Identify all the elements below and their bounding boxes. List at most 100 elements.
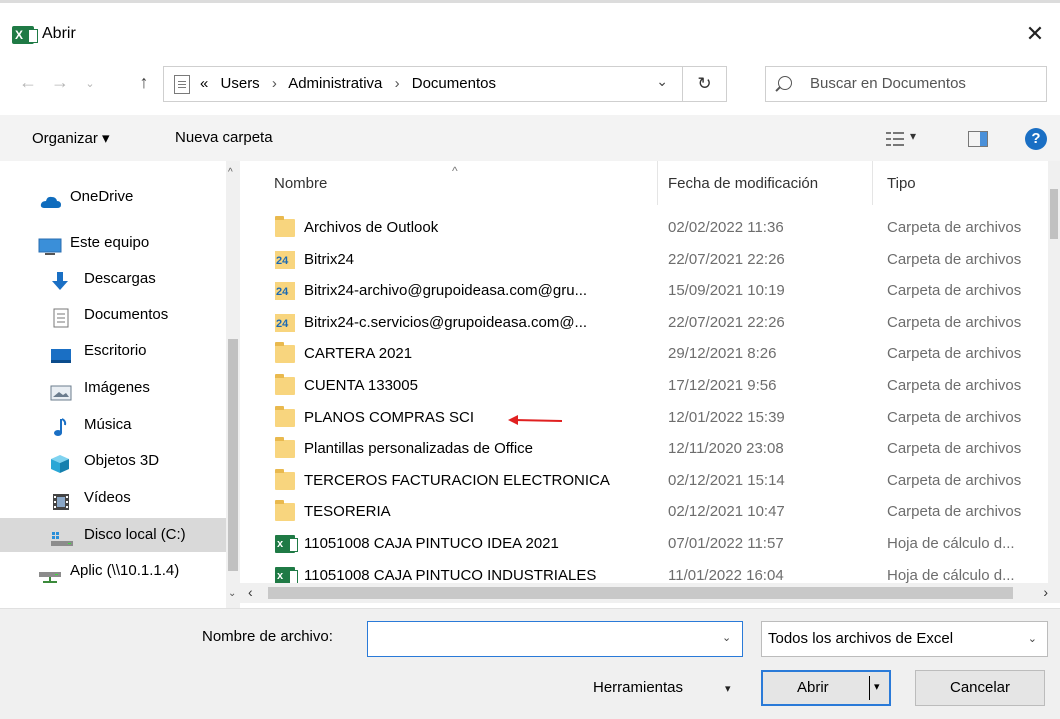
folder-row[interactable]: Plantillas personalizadas de Office 12/11…	[257, 433, 1048, 465]
scroll-left-icon[interactable]: ‹	[248, 584, 253, 600]
cloud-icon	[40, 189, 61, 208]
file-type: Carpeta de archivos	[887, 471, 1022, 489]
breadcrumb-separator-icon[interactable]: ›	[272, 75, 277, 92]
navpane-scrollbar[interactable]: ^ ⌄	[226, 161, 240, 608]
nav-item-label: Descargas	[84, 270, 156, 287]
file-name: CUENTA 133005	[304, 377, 418, 394]
file-name: Bitrix24	[304, 250, 355, 268]
nav-item-onedrive[interactable]: OneDrive	[0, 180, 226, 214]
file-type: Carpeta de archivos	[887, 408, 1022, 426]
recent-locations-chevron-icon[interactable]: ⌄	[78, 77, 102, 90]
refresh-button[interactable]: ↻	[683, 66, 727, 102]
scrollbar-thumb[interactable]	[268, 587, 1013, 599]
network-drive-icon	[38, 563, 61, 583]
folder-row[interactable]: CARTERA 2021 29/12/2021 8:26 Carpeta de ar…	[257, 338, 1048, 370]
nav-item-videos[interactable]: Vídeos	[0, 481, 226, 515]
address-dropdown-chevron-icon[interactable]: ⌄	[656, 73, 668, 90]
file-date: 12/11/2020 23:08	[668, 440, 784, 458]
file-name: TERCEROS FACTURACION ELECTRONICA	[304, 471, 610, 489]
bitrix-folder-icon: 24	[275, 313, 295, 332]
breadcrumb-users[interactable]: Users	[221, 75, 260, 92]
nav-item-network-drive[interactable]: Aplic (\\10.1.1.4)	[0, 554, 226, 588]
computer-icon	[38, 235, 62, 255]
back-arrow-icon[interactable]: ←	[16, 72, 40, 93]
bitrix-icon-text: 24	[276, 254, 289, 267]
view-options-caret-icon[interactable]: ▾	[910, 129, 916, 143]
music-icon	[52, 417, 72, 436]
nav-item-label: Escritorio	[84, 342, 147, 359]
open-options-caret-icon[interactable]: ▾	[874, 680, 880, 693]
filename-input[interactable]	[367, 621, 743, 657]
forward-arrow-icon[interactable]: →	[48, 72, 72, 93]
close-button[interactable]: ✕	[1020, 19, 1050, 49]
file-type: Carpeta de archivos	[887, 313, 1022, 331]
tools-button[interactable]: Herramientas	[593, 679, 683, 696]
folder-row[interactable]: 24 Bitrix24 22/07/2021 22:26 Carpeta de arc…	[257, 244, 1048, 276]
breadcrumb-administrativa[interactable]: Administrativa	[288, 75, 382, 92]
column-header-date[interactable]: Fecha de modificación	[668, 175, 818, 192]
help-icon[interactable]: ?	[1025, 128, 1047, 150]
breadcrumb: « Users › Administrativa › Documentos	[200, 75, 496, 92]
breadcrumb-separator-icon[interactable]: ›	[395, 75, 400, 92]
scrollbar-thumb[interactable]	[1050, 189, 1058, 239]
file-row[interactable]: x 11051008 CAJA PINTUCO IDEA 2021 07/01/20…	[257, 528, 1048, 560]
file-list-horizontal-scrollbar[interactable]: ‹ ›	[240, 583, 1060, 603]
column-header-name[interactable]: Nombre	[274, 175, 327, 192]
nav-item-3d-objects[interactable]: Objetos 3D	[0, 444, 226, 478]
folder-row[interactable]: Archivos de Outlook 02/02/2022 11:36 Carpe…	[257, 212, 1048, 244]
nav-item-label: Este equipo	[70, 234, 150, 251]
nav-item-music[interactable]: Música	[0, 408, 226, 442]
nav-item-desktop[interactable]: Escritorio	[0, 334, 226, 368]
search-field[interactable]: Buscar en Documentos	[765, 66, 1047, 102]
address-bar[interactable]: « Users › Administrativa › Documentos ⌄	[163, 66, 683, 102]
breadcrumb-documentos[interactable]: Documentos	[412, 75, 496, 92]
filename-label: Nombre de archivo:	[202, 628, 333, 645]
breadcrumb-overflow[interactable]: «	[200, 75, 208, 92]
folder-icon	[275, 500, 295, 522]
column-divider[interactable]	[657, 161, 658, 205]
document-folder-icon	[174, 75, 190, 94]
folder-row[interactable]: TESORERIA 02/12/2021 10:47 Carpeta de arch…	[257, 496, 1048, 528]
file-type: Carpeta de archivos	[887, 503, 1022, 521]
file-name: 11051008 CAJA PINTUCO INDUSTRIALES	[304, 566, 597, 583]
nav-item-this-pc[interactable]: Este equipo	[0, 226, 226, 260]
scroll-right-icon[interactable]: ›	[1043, 584, 1048, 600]
scroll-down-icon[interactable]: ⌄	[228, 588, 236, 599]
scroll-up-icon[interactable]: ^	[228, 167, 233, 178]
folder-row[interactable]: TERCEROS FACTURACION ELECTRONICA 02/12/20…	[257, 465, 1048, 497]
folder-row[interactable]: PLANOS COMPRAS SCI 12/01/2022 15:39 Carpet…	[257, 402, 1048, 434]
folder-row[interactable]: CUENTA 133005 17/12/2021 9:56 Carpeta de a…	[257, 370, 1048, 402]
new-folder-button[interactable]: Nueva carpeta	[175, 129, 273, 146]
cube-icon	[50, 453, 70, 473]
open-button[interactable]: Abrir ▾	[761, 670, 891, 706]
scrollbar-thumb[interactable]	[228, 339, 238, 571]
up-arrow-icon[interactable]: ↑	[132, 72, 156, 93]
filename-dropdown-chevron-icon[interactable]: ⌄	[722, 631, 731, 644]
file-type-select[interactable]: Todos los archivos de Excel ⌄	[761, 621, 1048, 657]
file-type: Carpeta de archivos	[887, 345, 1022, 363]
nav-item-pictures[interactable]: Imágenes	[0, 371, 226, 405]
organize-button[interactable]: Organizar ▾	[32, 129, 110, 147]
preview-pane-icon[interactable]	[968, 131, 988, 147]
nav-item-documents[interactable]: Documentos	[0, 298, 226, 332]
nav-item-local-disk[interactable]: Disco local (C:)	[0, 518, 226, 552]
column-divider[interactable]	[872, 161, 873, 205]
file-type: Carpeta de archivos	[887, 282, 1022, 300]
column-header-type[interactable]: Tipo	[887, 175, 916, 192]
view-options-icon[interactable]	[886, 132, 904, 146]
address-row: ← → ⌄ ↑ « Users › Administrativa › Docum…	[0, 58, 1060, 108]
file-list-vertical-scrollbar[interactable]	[1048, 161, 1060, 583]
drive-icon	[50, 527, 73, 546]
file-row[interactable]: x 11051008 CAJA PINTUCO INDUSTRIALES 11/01…	[257, 560, 1048, 583]
excel-app-icon: X	[12, 26, 38, 44]
image-icon	[50, 380, 72, 401]
nav-item-downloads[interactable]: Descargas	[0, 262, 226, 296]
folder-icon	[275, 216, 295, 237]
tools-caret-icon[interactable]: ▾	[725, 682, 731, 695]
folder-row[interactable]: 24 Bitrix24-c.servicios@grupoideasa.com@.…	[257, 307, 1048, 339]
folder-row[interactable]: 24 Bitrix24-archivo@grupoideasa.com@gru..…	[257, 275, 1048, 307]
search-placeholder: Buscar en Documentos	[810, 75, 966, 92]
file-date: 02/12/2021 10:47	[668, 503, 785, 521]
cancel-button[interactable]: Cancelar	[915, 670, 1045, 706]
file-date: 22/07/2021 22:26	[668, 250, 785, 268]
